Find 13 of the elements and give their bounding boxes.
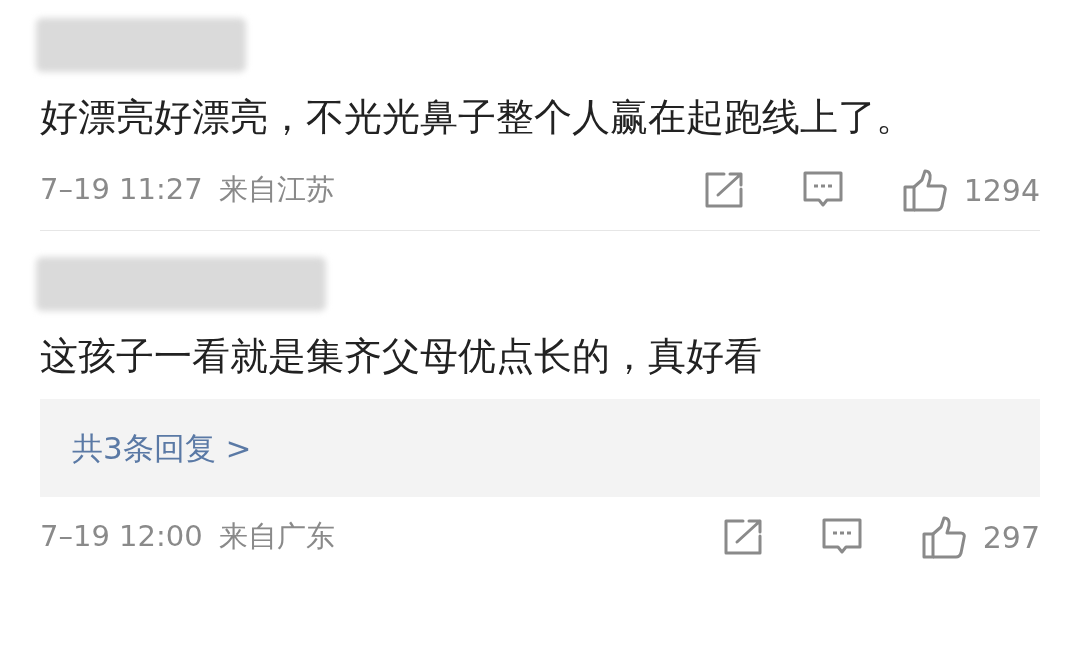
like-count: 297 bbox=[982, 518, 1040, 557]
timestamp: 7–19 12:00 bbox=[40, 518, 203, 556]
location-text: 来自广东 bbox=[218, 518, 335, 556]
share-icon[interactable] bbox=[722, 518, 763, 556]
comment-text: 这孩子一看就是集齐父母优点长的，真好看 bbox=[40, 333, 763, 380]
replies-link[interactable]: 共3条回复 > bbox=[72, 424, 252, 472]
timestamp: 7–19 11:27 bbox=[40, 171, 203, 209]
thumbs-up-icon[interactable] bbox=[920, 515, 967, 559]
location-text: 来自江苏 bbox=[218, 171, 335, 209]
comment-text: 好漂亮好漂亮，不光光鼻子整个人赢在起跑线上了。 bbox=[40, 94, 915, 141]
like-count: 1294 bbox=[963, 171, 1040, 210]
share-icon[interactable] bbox=[703, 171, 744, 209]
thumbs-up-icon[interactable] bbox=[901, 168, 948, 212]
